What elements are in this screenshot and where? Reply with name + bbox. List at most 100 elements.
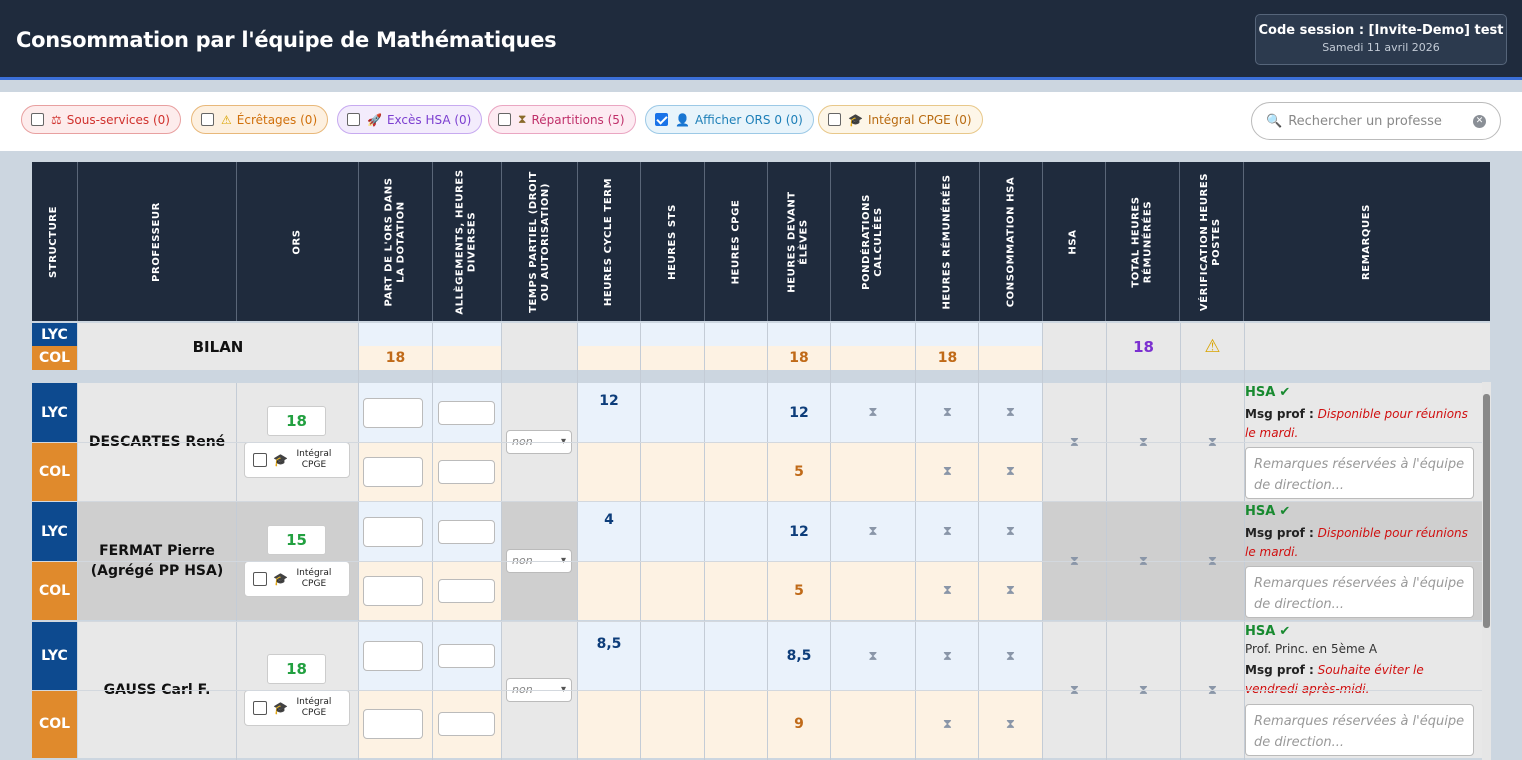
part-ors-lyc-input[interactable] [363,641,423,671]
col-verification: VÉRIFICATION HEURES POSTES [1180,162,1244,321]
grid-line [236,383,237,760]
col-hours-cell [578,561,640,620]
bilan-lyc-hours [578,323,1043,346]
msg-label: Msg prof : [1245,526,1314,540]
filter-checkbox[interactable] [655,113,668,126]
hourglass-icon: ⧗ [831,622,915,690]
cpge-checkbox[interactable] [253,453,267,467]
filter-afficher-ors[interactable]: 👤 Afficher ORS 0 (0) [645,105,814,134]
col-allegements: ALLÈGEMENTS, HEURES DIVERSES [433,162,502,321]
allegements-lyc-input[interactable] [438,401,495,425]
col-hours-cell [641,442,704,501]
app-header: Consommation par l'équipe de Mathématiqu… [0,0,1522,80]
hsa-status: HSA ✔ [1245,385,1480,400]
lyc-tag: LYC [32,622,77,690]
filter-checkbox[interactable] [347,113,360,126]
col-hours-cell [641,561,704,620]
col-professeur: PROFESSEUR [78,162,237,321]
hourglass-icon: ⧗ [916,622,979,690]
col-devant-eleves: 5 [768,442,830,501]
scrollbar-thumb[interactable] [1483,394,1490,628]
cpge-toggle[interactable]: 🎓 Intégral CPGE [244,561,350,597]
filter-checkbox[interactable] [828,113,841,126]
lyc-cycle-term: 4 [578,504,640,535]
row-divider [32,501,1482,502]
grid-line [640,323,641,760]
bilan-lyc-cells [359,323,501,346]
part-ors-col-input[interactable] [363,576,423,606]
allegements-col-input[interactable] [438,579,495,603]
grid-line [915,323,916,760]
cpge-toggle[interactable]: 🎓 Intégral CPGE [244,690,350,726]
grid-line [432,323,433,760]
grid-line [767,323,768,760]
lyc-hours-cell [641,622,704,690]
warning-icon: ⚠ [1181,323,1244,370]
part-ors-col-input[interactable] [363,709,423,739]
grid-line [358,323,359,760]
allegements-lyc-input[interactable] [438,520,495,544]
search-box[interactable]: 🔍 ✕ [1251,102,1501,140]
part-ors-lyc-input[interactable] [363,517,423,547]
grid-line [704,323,705,760]
filter-label: Intégral CPGE (0) [867,112,972,127]
remarks-textarea[interactable]: Remarques réservées à l'équipe de direct… [1245,447,1474,499]
col-part-ors: PART DE L'ORS DANS LA DOTATION [359,162,433,321]
hourglass-icon: ⧗ [979,690,1042,758]
filter-checkbox[interactable] [498,113,511,126]
grid-line [577,323,578,760]
clear-icon[interactable]: ✕ [1473,115,1486,128]
cpge-toggle[interactable]: 🎓 Intégral CPGE [244,442,350,478]
cpge-checkbox[interactable] [253,572,267,586]
teacher-message: Msg prof : Souhaite éviter le vendredi a… [1245,661,1480,699]
filter-ecretages[interactable]: ⚠ Écrêtages (0) [191,105,329,134]
lyc-hours-cell [641,383,704,442]
page-title: Consommation par l'équipe de Mathématiqu… [16,28,557,52]
part-ors-lyc-input[interactable] [363,398,423,428]
col-tag: COL [32,561,77,620]
row-divider [32,690,1482,691]
ors-value[interactable]: 18 [267,406,326,436]
col-ors: ORS [237,162,359,321]
filter-label: Excès HSA (0) [386,112,472,127]
col-hours-cell [705,442,767,501]
cpge-label: Intégral CPGE [296,697,332,718]
lyc-hours-cell [705,502,767,561]
hourglass-icon: ⧗ [518,112,527,126]
col-hours-cell [641,690,704,758]
allegements-lyc-input[interactable] [438,644,495,668]
col-hours-cell [831,442,915,501]
session-date: Samedi 11 avril 2026 [1322,41,1440,54]
user-icon: 👤 [675,112,690,127]
lyc-hours-cell [705,383,767,442]
hourglass-icon: ⧗ [916,442,979,501]
part-ors-col-input[interactable] [363,457,423,487]
filter-sous-services[interactable]: ⚖ Sous-services (0) [21,105,181,134]
allegements-col-input[interactable] [438,712,495,736]
ors-value[interactable]: 18 [267,654,326,684]
check-icon: ✔ [1279,504,1291,519]
lyc-tag: LYC [32,502,77,561]
col-devant-eleves: 5 [768,561,830,620]
search-input[interactable] [1288,113,1444,129]
hourglass-icon: ⧗ [831,502,915,561]
remarks-textarea[interactable]: Remarques réservées à l'équipe de direct… [1245,704,1474,756]
filter-exces-hsa[interactable]: 🚀 Excès HSA (0) [337,105,483,134]
filter-integral-cpge[interactable]: 🎓 Intégral CPGE (0) [818,105,983,134]
filter-checkbox[interactable] [201,113,214,126]
lyc-devant-eleves: 12 [768,502,830,561]
ors-value[interactable]: 15 [267,525,326,555]
grid-line [830,323,831,760]
lyc-devant-eleves: 8,5 [768,622,830,690]
row-divider [32,442,1482,443]
remarks-textarea[interactable]: Remarques réservées à l'équipe de direct… [1245,566,1474,618]
hourglass-icon: ⧗ [979,622,1042,690]
filter-repartitions[interactable]: ⧗ Répartitions (5) [488,105,636,134]
hsa-status: HSA ✔ [1245,624,1480,639]
graduation-cap-icon: 🎓 [273,701,288,715]
grid-line [1180,323,1181,760]
allegements-col-input[interactable] [438,460,495,484]
cpge-checkbox[interactable] [253,701,267,715]
filter-label: Afficher ORS 0 (0) [694,112,803,127]
filter-checkbox[interactable] [31,113,44,126]
